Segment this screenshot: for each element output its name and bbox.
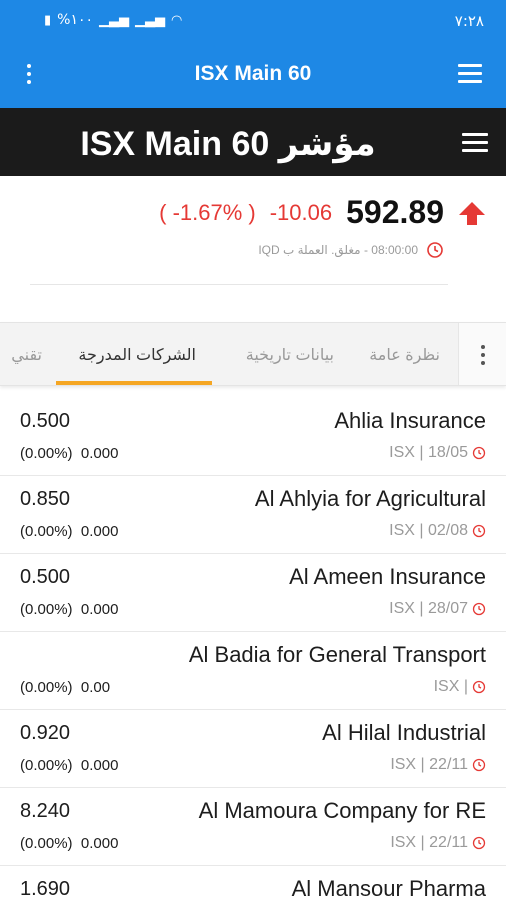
clock-icon bbox=[472, 758, 486, 772]
signal-icon: ▁▃▅ bbox=[99, 12, 130, 28]
market-status-text: 08:00:00 - مغلق. العملة ب IQD bbox=[258, 243, 418, 257]
market-status: 08:00:00 - مغلق. العملة ب IQD bbox=[258, 241, 444, 259]
tab-historical-data[interactable]: بيانات تاريخية bbox=[246, 345, 334, 365]
price-change: (0.00%) 0.000 bbox=[20, 445, 118, 462]
company-name: Al Hilal Industrial bbox=[322, 720, 486, 745]
company-name: Ahlia Insurance bbox=[334, 408, 486, 433]
list-item[interactable]: Al Hilal Industrial ISX | 22/11 0.920 (0… bbox=[0, 710, 506, 788]
hamburger-menu-icon[interactable] bbox=[458, 64, 482, 84]
change-value: 0.000 bbox=[80, 601, 119, 618]
change-value: 0.000 bbox=[80, 835, 119, 852]
tab-overview[interactable]: نظرة عامة bbox=[369, 345, 440, 365]
active-tab-indicator bbox=[56, 381, 212, 385]
company-name: Al Badia for General Transport bbox=[188, 642, 486, 667]
price-change: (0.00%) 0.000 bbox=[20, 601, 118, 618]
company-exchange-date: ISX | bbox=[433, 678, 468, 695]
app-bar: ISX Main 60 bbox=[0, 42, 506, 108]
last-price: 0.500 bbox=[20, 566, 71, 588]
index-title: مؤشر ISX Main 60 bbox=[80, 125, 376, 163]
company-name: Al Mansour Pharma bbox=[291, 876, 486, 900]
wifi-icon: ◠ bbox=[171, 12, 183, 28]
company-meta: ISX | 28/07 bbox=[389, 600, 486, 618]
list-item[interactable]: Al Mansour Pharma 1.690 bbox=[0, 866, 506, 900]
quote-row: ( -1.67% ) -10.06 592.89 bbox=[159, 194, 486, 231]
company-meta: ISX | bbox=[434, 678, 486, 696]
clock-icon bbox=[472, 836, 486, 850]
change-percent: (0.00%) bbox=[20, 523, 73, 540]
company-meta: ISX | 22/11 bbox=[390, 834, 486, 852]
list-item[interactable]: Al Ahlyia for Agricultural ISX | 02/08 0… bbox=[0, 476, 506, 554]
company-name: Al Ahlyia for Agricultural bbox=[254, 486, 486, 511]
price-change: (0.00%) 0.000 bbox=[20, 835, 118, 852]
company-exchange-date: ISX | 28/07 bbox=[389, 600, 468, 617]
divider bbox=[30, 284, 448, 285]
change-percent: (0.00%) bbox=[20, 835, 73, 852]
change-percent: (0.00%) bbox=[20, 445, 73, 462]
company-meta: ISX | 02/08 bbox=[389, 522, 486, 540]
quote-panel: ( -1.67% ) -10.06 592.89 08:00:00 - مغلق… bbox=[0, 176, 506, 321]
companies-list: Ahlia Insurance ISX | 18/05 0.500 (0.00%… bbox=[0, 398, 506, 900]
last-price: 8.240 bbox=[20, 800, 71, 822]
status-icons: ▮ %١٠٠ ▁▃▅ ▁▃▅ ◠ bbox=[44, 12, 182, 28]
company-exchange-date: ISX | 22/11 bbox=[390, 756, 468, 773]
list-item[interactable]: Ahlia Insurance ISX | 18/05 0.500 (0.00%… bbox=[0, 398, 506, 476]
tab-technical[interactable]: تقني bbox=[11, 345, 42, 365]
trend-arrow-icon bbox=[459, 201, 485, 225]
company-exchange-date: ISX | 02/08 bbox=[389, 522, 468, 539]
signal-icon-2: ▁▃▅ bbox=[135, 12, 166, 28]
tabs-more-icon[interactable] bbox=[458, 323, 506, 385]
change-value: 0.000 bbox=[80, 445, 119, 462]
index-header: مؤشر ISX Main 60 bbox=[0, 108, 506, 176]
app-title: ISX Main 60 bbox=[194, 62, 312, 85]
status-time: ٧:٢٨ bbox=[454, 12, 484, 30]
price-change: (0.00%) 0.000 bbox=[20, 757, 118, 774]
last-price: 1.690 bbox=[20, 878, 71, 900]
change-value: 0.00 bbox=[80, 679, 111, 696]
change-percent: (0.00%) bbox=[20, 679, 73, 696]
tab-bar: نظرة عامة بيانات تاريخية الشركات المدرجة… bbox=[0, 322, 506, 386]
company-exchange-date: ISX | 18/05 bbox=[389, 444, 468, 461]
index-price: 592.89 bbox=[346, 194, 444, 230]
clock-icon bbox=[427, 242, 443, 258]
company-meta: ISX | 18/05 bbox=[389, 444, 486, 462]
list-item[interactable]: Al Mamoura Company for RE ISX | 22/11 8.… bbox=[0, 788, 506, 866]
change-value: 0.000 bbox=[80, 523, 119, 540]
change-value: 0.000 bbox=[80, 757, 119, 774]
last-price: 0.500 bbox=[20, 410, 71, 432]
price-change: (0.00%) 0.00 bbox=[20, 679, 110, 696]
battery-icon: ▮ bbox=[44, 12, 52, 28]
change-percent: ( -1.67% ) bbox=[159, 199, 256, 225]
company-exchange-date: ISX | 22/11 bbox=[390, 834, 468, 851]
change-value: -10.06 bbox=[269, 199, 333, 225]
change-percent: (0.00%) bbox=[20, 757, 73, 774]
clock-icon bbox=[472, 602, 486, 616]
clock-icon bbox=[472, 446, 486, 460]
battery-level: %١٠٠ bbox=[57, 12, 94, 28]
clock-icon bbox=[472, 524, 486, 538]
clock-icon bbox=[472, 680, 486, 694]
status-bar: ▮ %١٠٠ ▁▃▅ ▁▃▅ ◠ ٧:٢٨ bbox=[0, 0, 506, 42]
price-change: (0.00%) 0.000 bbox=[20, 523, 118, 540]
last-price: 0.920 bbox=[20, 722, 71, 744]
company-name: Al Mamoura Company for RE bbox=[198, 798, 486, 823]
list-item[interactable]: Al Ameen Insurance ISX | 28/07 0.500 (0.… bbox=[0, 554, 506, 632]
company-meta: ISX | 22/11 bbox=[390, 756, 486, 774]
company-name: Al Ameen Insurance bbox=[289, 564, 486, 589]
tab-listed-companies[interactable]: الشركات المدرجة bbox=[78, 345, 196, 365]
last-price: 0.850 bbox=[20, 488, 71, 510]
change-percent: (0.00%) bbox=[20, 601, 73, 618]
list-item[interactable]: Al Badia for General Transport ISX | (0.… bbox=[0, 632, 506, 710]
hamburger-menu-icon[interactable] bbox=[462, 133, 488, 153]
